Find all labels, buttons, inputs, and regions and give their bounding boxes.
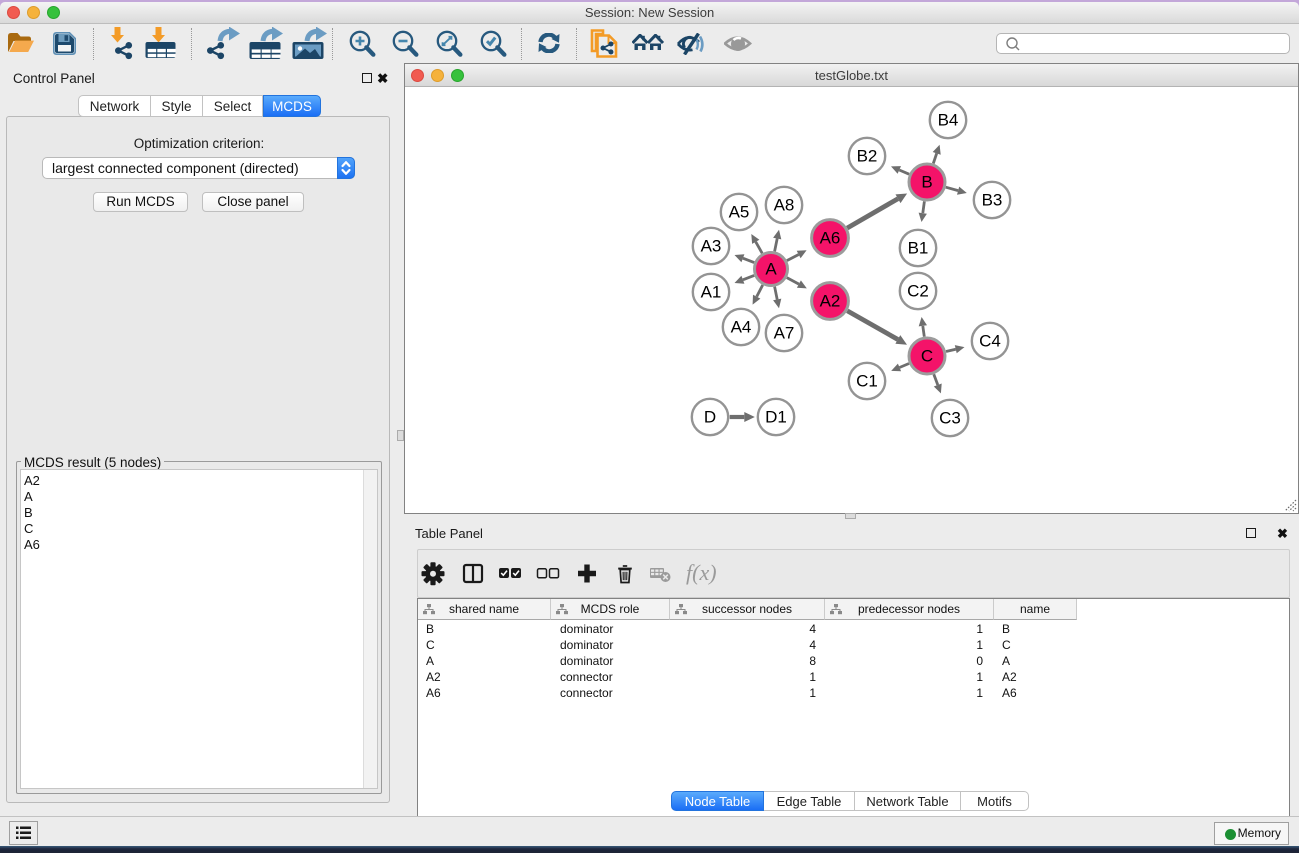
svg-text:A2: A2 [820,292,841,311]
svg-text:D1: D1 [765,408,787,427]
svg-text:B1: B1 [908,239,929,258]
svg-text:B4: B4 [938,111,959,130]
svg-text:C: C [921,347,933,366]
svg-text:C3: C3 [939,409,961,428]
svg-text:A6: A6 [820,229,841,248]
svg-text:C2: C2 [907,282,929,301]
svg-text:A: A [765,260,777,279]
svg-text:B3: B3 [982,191,1003,210]
svg-text:A7: A7 [774,324,795,343]
svg-text:D: D [704,408,716,427]
svg-text:A4: A4 [731,318,752,337]
svg-text:C1: C1 [856,372,878,391]
svg-text:A8: A8 [774,196,795,215]
svg-text:A3: A3 [701,237,722,256]
svg-text:C4: C4 [979,332,1001,351]
svg-text:A5: A5 [729,203,750,222]
svg-text:A1: A1 [701,283,722,302]
svg-text:B: B [921,173,932,192]
svg-text:B2: B2 [857,147,878,166]
